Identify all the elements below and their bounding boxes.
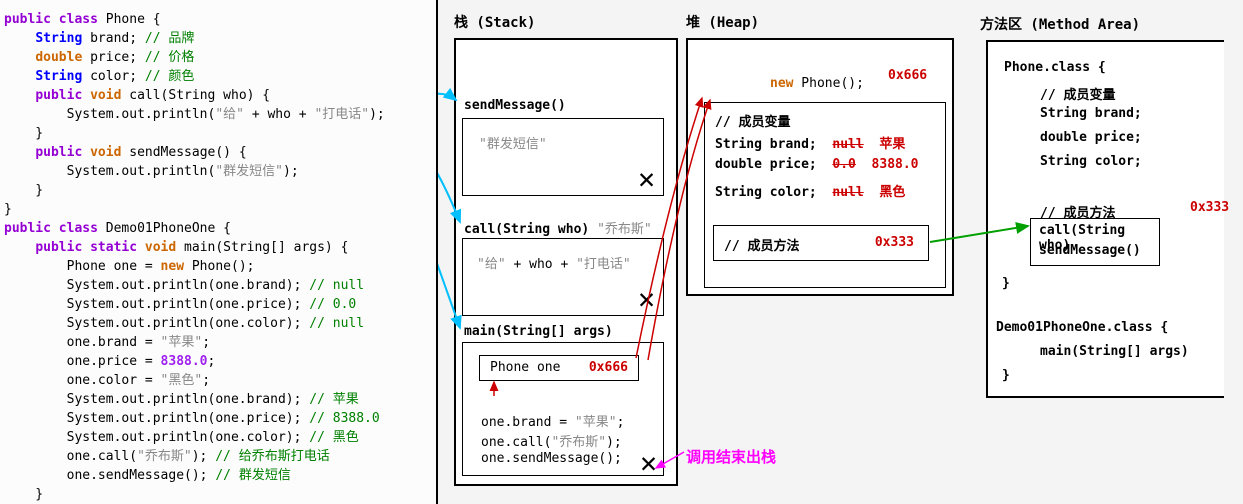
code-l14: Phone one = new Phone(); <box>4 257 432 276</box>
stack-frame-sendmessage-box: "群发短信" ✕ <box>462 118 664 196</box>
x-mark-icon: ✕ <box>640 446 657 479</box>
code-l25: one.sendMessage(); // 群发短信 <box>4 466 432 485</box>
code-l7: } <box>4 124 432 143</box>
heap-method-addr: 0x333 <box>875 235 914 250</box>
heap-new-phone: new Phone(); <box>770 76 864 91</box>
heap-member-method-box: // 成员方法 0x333 <box>713 225 929 261</box>
heap-title: 堆 (Heap) <box>686 12 759 32</box>
code-l15: System.out.println(one.brand); // null <box>4 276 432 295</box>
code-l18: one.brand = "苹果"; <box>4 333 432 352</box>
code-l2: String brand; // 品牌 <box>4 29 432 48</box>
code-l5: public void call(String who) { <box>4 86 432 105</box>
code-l24: one.call("乔布斯"); // 给乔布斯打电话 <box>4 447 432 466</box>
memory-panel: 栈 (Stack) sendMessage() "群发短信" ✕ call(St… <box>438 0 1243 504</box>
code-l22: System.out.println(one.price); // 8388.0 <box>4 409 432 428</box>
stack-frame-main-label: main(String[] args) <box>464 324 613 339</box>
code-l1: public class Phone { <box>4 10 432 29</box>
ma-m2: sendMessage() <box>1039 243 1141 258</box>
code-l3: double price; // 价格 <box>4 48 432 67</box>
ma-mv-title: // 成员变量 <box>1040 84 1115 103</box>
stack-main-l1: one.brand = "苹果"; <box>481 411 624 430</box>
stack-main-addr: 0x666 <box>589 360 628 375</box>
ma-demo-class: Demo01PhoneOne.class { <box>996 320 1168 335</box>
stack-title: 栈 (Stack) <box>454 12 535 32</box>
heap-field-color: String color; null 黑色 <box>715 181 905 200</box>
code-l6: System.out.println("给" + who + "打电话"); <box>4 105 432 124</box>
code-l20: one.color = "黑色"; <box>4 371 432 390</box>
ma-phone-class: Phone.class { <box>1004 60 1106 75</box>
code-l12: public class Demo01PhoneOne { <box>4 219 432 238</box>
code-panel: public class Phone { String brand; // 品牌… <box>0 0 438 504</box>
ma-close2: } <box>1002 368 1010 383</box>
stack-main-var-box: Phone one 0x666 <box>479 355 639 381</box>
stack-box: sendMessage() "群发短信" ✕ call(String who) … <box>454 38 678 486</box>
method-area-box: Phone.class { // 成员变量 String brand; doub… <box>986 40 1224 398</box>
ma-demo-main: main(String[] args) <box>1040 344 1189 359</box>
heap-field-brand: String brand; null 苹果 <box>715 133 905 152</box>
ma-f1: String brand; <box>1040 106 1142 121</box>
heap-object-box: // 成员变量 String brand; null 苹果 double pri… <box>704 102 946 288</box>
code-l8: public void sendMessage() { <box>4 143 432 162</box>
code-l10: } <box>4 181 432 200</box>
ma-f2: double price; <box>1040 130 1142 145</box>
x-mark-icon: ✕ <box>638 162 655 195</box>
heap-addr: 0x666 <box>888 68 927 83</box>
ma-addr: 0x333 <box>1190 200 1229 215</box>
code-l9: System.out.println("群发短信"); <box>4 162 432 181</box>
stack-frame-call-label: call(String who) "乔布斯" <box>464 218 652 237</box>
stack-frame-call-box: "给" + who + "打电话" ✕ <box>462 238 664 316</box>
code-l26: } <box>4 485 432 504</box>
annotation-pop-stack: 调用结束出栈 <box>686 446 776 467</box>
stack-frame-sendmessage-content: "群发短信" <box>479 133 547 152</box>
stack-frame-main-box: Phone one 0x666 one.brand = "苹果"; one.ca… <box>462 342 664 476</box>
code-l4: String color; // 颜色 <box>4 67 432 86</box>
code-l19: one.price = 8388.0; <box>4 352 432 371</box>
code-l21: System.out.println(one.brand); // 苹果 <box>4 390 432 409</box>
stack-main-var: Phone one <box>490 360 560 375</box>
heap-member-method-title: // 成员方法 <box>724 235 799 254</box>
heap-field-price: double price; 0.0 8388.0 <box>715 157 919 172</box>
heap-box: new Phone(); 0x666 // 成员变量 String brand;… <box>686 38 954 296</box>
code-l11: } <box>4 200 432 219</box>
code-l16: System.out.println(one.price); // 0.0 <box>4 295 432 314</box>
stack-main-l3: one.sendMessage(); <box>481 451 622 466</box>
heap-member-var-title: // 成员变量 <box>715 111 790 130</box>
ma-methods-box: call(String who) sendMessage() <box>1030 218 1160 266</box>
x-mark-icon: ✕ <box>638 282 655 315</box>
stack-frame-call-content: "给" + who + "打电话" <box>477 253 631 272</box>
ma-f3: String color; <box>1040 154 1142 169</box>
ma-close1: } <box>1002 276 1010 291</box>
stack-frame-sendmessage-label: sendMessage() <box>464 98 566 113</box>
code-l23: System.out.println(one.color); // 黑色 <box>4 428 432 447</box>
code-l13: public static void main(String[] args) { <box>4 238 432 257</box>
stack-main-l2: one.call("乔布斯"); <box>481 431 622 450</box>
code-l17: System.out.println(one.color); // null <box>4 314 432 333</box>
method-area-title: 方法区 (Method Area) <box>980 14 1140 34</box>
